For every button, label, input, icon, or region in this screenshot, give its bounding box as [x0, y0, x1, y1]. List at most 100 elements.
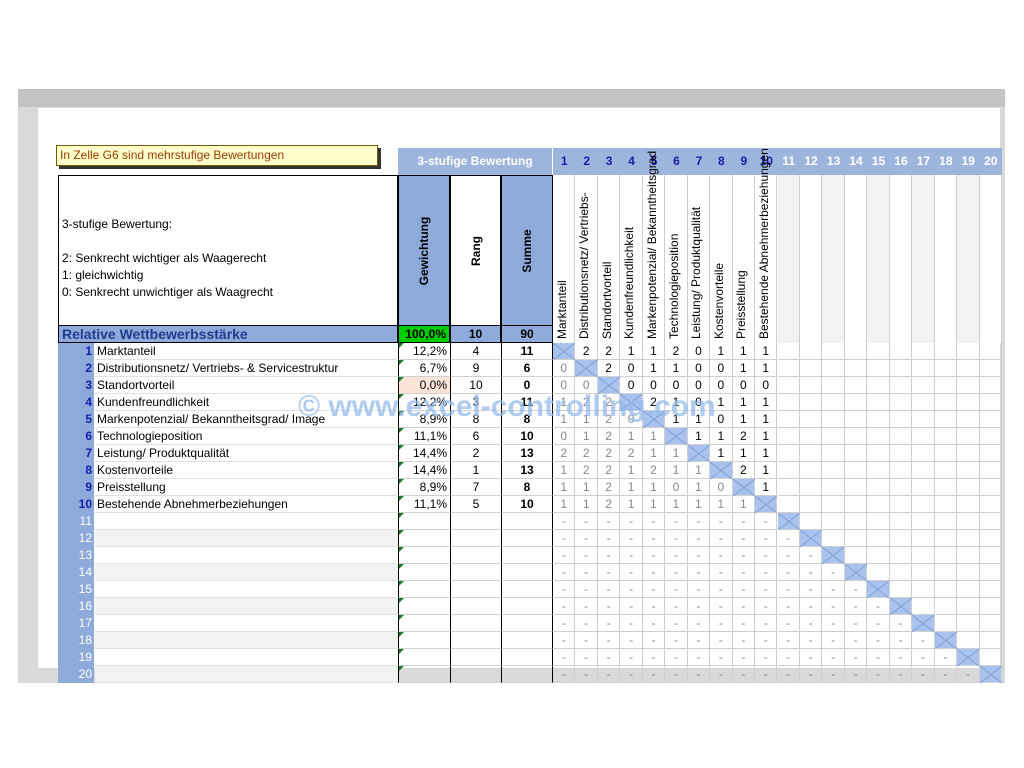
sum-cell[interactable]	[501, 513, 553, 530]
matrix-col-title[interactable]	[777, 175, 800, 343]
matrix-cell[interactable]: -	[687, 564, 711, 581]
criterion-name[interactable]: Markenpotenzial/ Bekanntheitsgrad/ Image	[95, 411, 398, 428]
matrix-cell[interactable]: -	[575, 530, 598, 547]
matrix-cell[interactable]: 1	[755, 428, 778, 445]
matrix-cell[interactable]	[844, 343, 868, 360]
matrix-cell[interactable]	[979, 479, 1002, 496]
matrix-cell[interactable]	[867, 496, 890, 513]
weight-cell[interactable]	[398, 513, 450, 530]
matrix-cell[interactable]: 0	[665, 479, 688, 496]
matrix-cell[interactable]: -	[732, 632, 756, 649]
matrix-cell[interactable]	[957, 530, 980, 547]
matrix-cell[interactable]: -	[777, 581, 800, 598]
matrix-cell[interactable]	[912, 615, 935, 632]
matrix-cell[interactable]	[979, 377, 1002, 394]
matrix-cell[interactable]: 1	[620, 462, 643, 479]
matrix-cell[interactable]	[822, 377, 845, 394]
matrix-col-title[interactable]	[822, 175, 845, 343]
matrix-cell[interactable]: 1	[710, 343, 733, 360]
matrix-cell[interactable]: -	[867, 666, 890, 683]
rank-cell[interactable]	[450, 581, 501, 598]
matrix-cell[interactable]: 1	[755, 360, 778, 377]
matrix-cell[interactable]	[979, 445, 1002, 462]
matrix-cell[interactable]	[822, 360, 845, 377]
matrix-cell[interactable]: 0	[642, 377, 666, 394]
matrix-cell[interactable]: -	[777, 632, 800, 649]
weight-cell[interactable]	[398, 564, 450, 581]
matrix-cell[interactable]: -	[687, 632, 711, 649]
matrix-cell[interactable]	[867, 428, 890, 445]
matrix-cell[interactable]	[799, 377, 823, 394]
matrix-col-number[interactable]: 7	[688, 148, 710, 175]
matrix-cell[interactable]: -	[687, 530, 711, 547]
matrix-cell[interactable]: 1	[710, 394, 733, 411]
matrix-cell[interactable]	[912, 411, 935, 428]
weight-cell[interactable]: 8,9%	[398, 479, 450, 496]
matrix-cell[interactable]	[777, 394, 800, 411]
matrix-cell[interactable]: 1	[755, 479, 778, 496]
matrix-col-title[interactable]	[867, 175, 890, 343]
matrix-cell[interactable]	[597, 377, 621, 394]
matrix-cell[interactable]	[934, 411, 958, 428]
matrix-cell[interactable]: -	[642, 564, 666, 581]
matrix-cell[interactable]: -	[799, 615, 823, 632]
criterion-name[interactable]	[95, 666, 398, 683]
matrix-cell[interactable]	[934, 615, 958, 632]
matrix-cell[interactable]	[979, 547, 1002, 564]
matrix-cell[interactable]	[799, 513, 823, 530]
matrix-cell[interactable]: -	[665, 581, 688, 598]
matrix-cell[interactable]: -	[710, 632, 733, 649]
matrix-col-title[interactable]	[889, 175, 913, 343]
matrix-cell[interactable]: -	[844, 632, 868, 649]
matrix-cell[interactable]	[934, 479, 958, 496]
total-sum-cell[interactable]: 90	[501, 325, 553, 343]
matrix-cell[interactable]: -	[687, 581, 711, 598]
matrix-cell[interactable]: -	[687, 649, 711, 666]
matrix-cell[interactable]: 2	[597, 411, 621, 428]
matrix-cell[interactable]: -	[755, 649, 778, 666]
matrix-cell[interactable]	[867, 445, 890, 462]
matrix-cell[interactable]	[957, 581, 980, 598]
matrix-col-title[interactable]: Markenpotenzial/ Bekanntheitsgrad	[642, 151, 666, 343]
matrix-cell[interactable]: -	[755, 547, 778, 564]
matrix-col-number[interactable]: 1	[553, 148, 575, 175]
matrix-cell[interactable]	[979, 598, 1002, 615]
matrix-cell[interactable]: 1	[755, 445, 778, 462]
matrix-cell[interactable]	[889, 360, 913, 377]
matrix-cell[interactable]: 1	[732, 445, 756, 462]
matrix-cell[interactable]	[934, 343, 958, 360]
matrix-cell[interactable]	[957, 479, 980, 496]
rank-cell[interactable]	[450, 649, 501, 666]
weight-column-header[interactable]: Gewichtung	[398, 175, 450, 325]
sum-cell[interactable]: 11	[501, 343, 553, 360]
matrix-cell[interactable]: -	[642, 581, 666, 598]
matrix-cell[interactable]	[957, 615, 980, 632]
matrix-cell[interactable]	[889, 513, 913, 530]
weight-cell[interactable]: 14,4%	[398, 445, 450, 462]
matrix-cell[interactable]	[912, 564, 935, 581]
matrix-cell[interactable]: -	[687, 513, 711, 530]
matrix-cell[interactable]: -	[777, 649, 800, 666]
matrix-cell[interactable]: 2	[597, 428, 621, 445]
matrix-cell[interactable]: 1	[710, 496, 733, 513]
matrix-cell[interactable]: -	[575, 513, 598, 530]
matrix-cell[interactable]: -	[620, 581, 643, 598]
matrix-cell[interactable]: -	[597, 598, 621, 615]
matrix-cell[interactable]: 2	[665, 343, 688, 360]
matrix-cell[interactable]: 1	[553, 462, 576, 479]
matrix-cell[interactable]: 0	[687, 394, 711, 411]
matrix-cell[interactable]: -	[597, 632, 621, 649]
criterion-name[interactable]: Marktanteil	[95, 343, 398, 360]
sum-cell[interactable]: 6	[501, 360, 553, 377]
matrix-cell[interactable]	[934, 377, 958, 394]
matrix-cell[interactable]	[979, 411, 1002, 428]
matrix-cell[interactable]: 1	[642, 343, 666, 360]
matrix-cell[interactable]	[889, 479, 913, 496]
matrix-cell[interactable]: 2	[597, 360, 621, 377]
criterion-name[interactable]: Kundenfreundlichkeit	[95, 394, 398, 411]
weight-cell[interactable]	[398, 530, 450, 547]
matrix-cell[interactable]: 1	[575, 428, 598, 445]
matrix-cell[interactable]: -	[755, 632, 778, 649]
matrix-cell[interactable]	[957, 445, 980, 462]
matrix-col-number[interactable]: 6	[665, 148, 687, 175]
